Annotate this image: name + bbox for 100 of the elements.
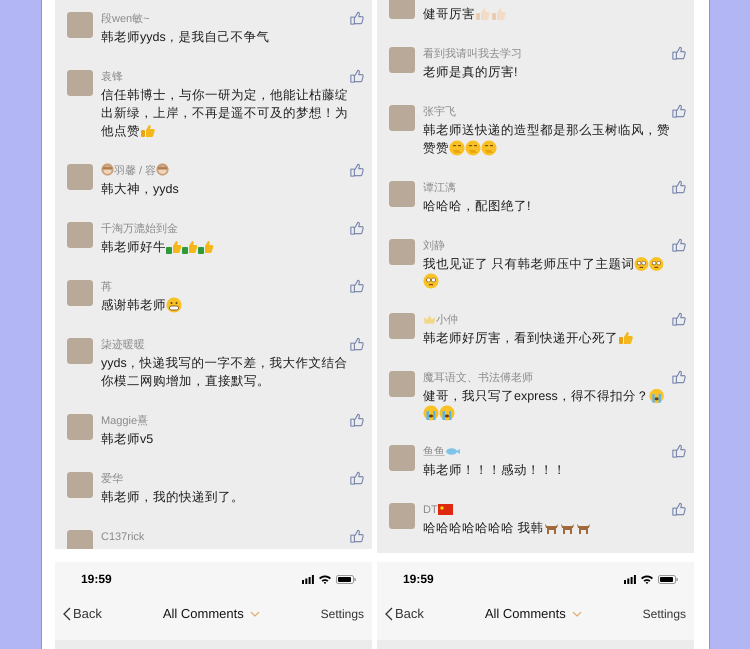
- comment-text: 他点赞: [101, 123, 140, 140]
- like-icon[interactable]: [672, 180, 686, 194]
- avatar-photo[interactable]: [67, 472, 93, 498]
- back-button[interactable]: Back: [63, 604, 102, 624]
- comment-text: 韩老师！！！感动！！！: [423, 462, 566, 479]
- thumbs-up-icon: [491, 6, 507, 22]
- avatar-photo[interactable]: [67, 530, 93, 549]
- avatar-photo[interactable]: [389, 47, 415, 73]
- avatar-photo[interactable]: [67, 70, 93, 96]
- back-button[interactable]: Back: [385, 604, 424, 624]
- user-name: 羽馨 / 容: [114, 165, 156, 177]
- avatar-photo[interactable]: [389, 445, 415, 471]
- settings-button[interactable]: Settings: [642, 605, 686, 623]
- monkey-face-icon: [156, 163, 170, 176]
- avatar-photo[interactable]: [67, 164, 93, 190]
- comment-text: 健哥，我只写了express，得不得扣分？: [423, 388, 649, 405]
- status-time: 19:59: [403, 571, 434, 588]
- battery-icon: [336, 574, 356, 584]
- like-icon[interactable]: [672, 312, 686, 326]
- avatar-photo[interactable]: [389, 0, 415, 19]
- comment-text: 出新绿，上岸，不再是遥不可及的梦想！为: [101, 105, 348, 122]
- comment-text: 韩老师yyds，是我自己不争气: [101, 29, 270, 46]
- crying-face-icon: [648, 388, 664, 404]
- user-name: 看到我请叫我去学习: [423, 48, 522, 60]
- user-name: 张宇飞: [423, 106, 456, 118]
- avatar-photo[interactable]: [67, 280, 93, 306]
- like-icon[interactable]: [350, 69, 364, 83]
- giggling-face-icon: [481, 140, 497, 156]
- avatar-photo[interactable]: [389, 503, 415, 529]
- like-icon[interactable]: [672, 238, 686, 252]
- crying-face-icon: [439, 405, 455, 421]
- crown-icon: [423, 314, 436, 325]
- avatar-photo[interactable]: [389, 181, 415, 207]
- like-icon[interactable]: [672, 370, 686, 384]
- user-name: 刘静: [423, 240, 445, 252]
- like-icon[interactable]: [672, 46, 686, 60]
- like-icon[interactable]: [350, 471, 364, 485]
- comment-text: yyds，快递我写的一字不差，我大作文结合: [101, 355, 348, 372]
- like-icon[interactable]: [350, 529, 364, 543]
- thumbs-up-icon: [166, 239, 182, 255]
- user-name: Maggie熹: [101, 415, 148, 427]
- comment-text: 你模二网购增加，直接默写。: [101, 373, 270, 390]
- dizzy-face-icon: [649, 256, 664, 272]
- chevron-left-icon: [63, 607, 71, 621]
- giggling-face-icon: [449, 140, 465, 156]
- user-name: 谭江漓: [423, 182, 456, 194]
- comment-text: 我也见证了 只有韩老师压中了主题词: [423, 256, 634, 273]
- comment-text: 哈哈哈哈哈哈哈 我韩: [423, 520, 544, 537]
- user-name: C137rick: [101, 531, 144, 543]
- like-icon[interactable]: [350, 11, 364, 25]
- signal-icon: [302, 574, 314, 584]
- like-icon[interactable]: [350, 337, 364, 351]
- avatar-photo[interactable]: [67, 414, 93, 440]
- comments-filter-dropdown[interactable]: All Comments: [484, 604, 582, 624]
- signal-icon: [624, 574, 636, 584]
- comment-text: 韩老师好厉害，看到快递开心死了: [423, 330, 618, 347]
- thumbs-up-icon: [140, 123, 156, 139]
- comment-text: 感谢韩老师: [101, 297, 166, 314]
- user-name: 柒迹暖暖: [101, 339, 145, 351]
- user-name: 魔耳语文、书法傅老师: [423, 372, 533, 384]
- avatar-photo[interactable]: [389, 239, 415, 265]
- comment-text: 老师是真的厉害!: [423, 64, 518, 81]
- crying-face-icon: [423, 405, 439, 421]
- user-name: 苒: [101, 281, 112, 293]
- avatar-photo[interactable]: [67, 222, 93, 248]
- like-icon[interactable]: [672, 104, 686, 118]
- comment-text: 信任韩博士，与你一研为定，他能让枯藤绽: [101, 87, 348, 104]
- comment-text: 健哥厉害: [423, 6, 475, 23]
- status-time: 19:59: [81, 571, 112, 588]
- user-name: 爱华: [101, 473, 123, 485]
- comment-text: 韩老师v5: [101, 431, 154, 448]
- avatar-photo[interactable]: [67, 12, 93, 38]
- chevron-left-icon: [385, 607, 393, 621]
- wifi-icon: [319, 574, 331, 584]
- user-name: 袁锋: [101, 71, 123, 83]
- user-name: 小仲: [436, 314, 458, 326]
- fish-icon: [445, 446, 460, 457]
- caret-icon: [572, 611, 582, 617]
- thumbs-up-icon: [618, 330, 634, 346]
- battery-icon: [658, 574, 678, 584]
- like-icon[interactable]: [350, 413, 364, 427]
- thumbs-up-icon: [198, 239, 214, 255]
- user-name: 千淘万漉始到金: [101, 223, 178, 235]
- like-icon[interactable]: [672, 502, 686, 516]
- avatar-photo[interactable]: [389, 105, 415, 131]
- avatar-photo[interactable]: [67, 338, 93, 364]
- settings-button[interactable]: Settings: [320, 605, 364, 623]
- comments-filter-dropdown[interactable]: All Comments: [162, 604, 260, 624]
- giggling-face-icon: [465, 140, 481, 156]
- avatar-photo[interactable]: [389, 313, 415, 339]
- like-icon[interactable]: [350, 221, 364, 235]
- avatar-photo[interactable]: [389, 371, 415, 397]
- like-icon[interactable]: [350, 279, 364, 293]
- user-name: DT: [423, 504, 438, 516]
- comment-text: 韩老师，我的快递到了。: [101, 489, 244, 506]
- like-icon[interactable]: [672, 444, 686, 458]
- user-name: 鱼鱼: [423, 446, 445, 458]
- comment-text: 韩老师好牛: [101, 239, 166, 256]
- user-name: 段wen敏~: [101, 13, 150, 25]
- like-icon[interactable]: [350, 163, 364, 177]
